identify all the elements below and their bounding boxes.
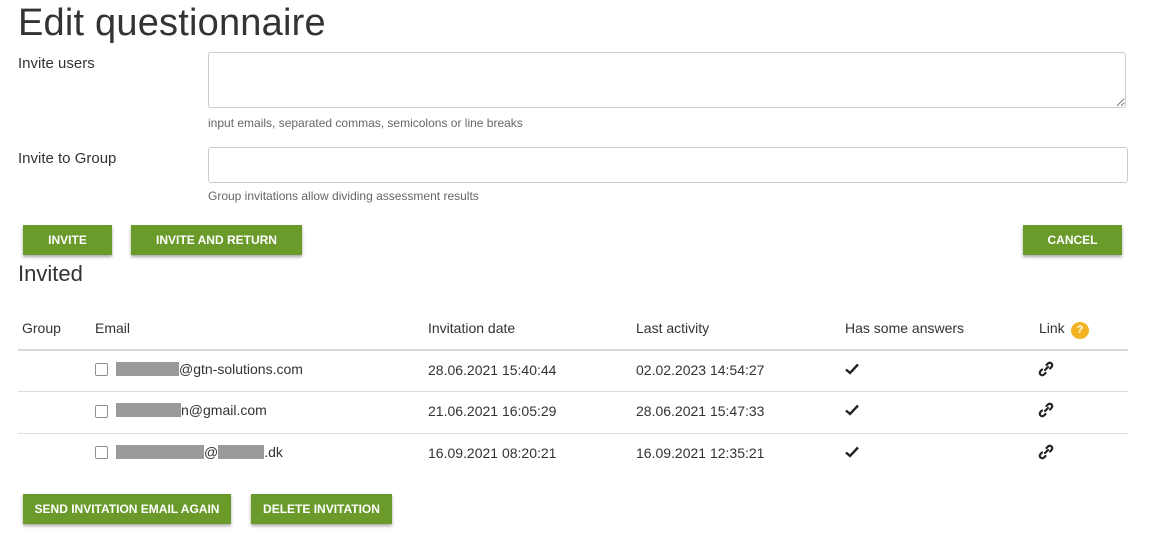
invite-group-label: Invite to Group (18, 150, 117, 167)
row-divider (18, 433, 1128, 434)
redacted-text (218, 445, 265, 459)
last-activity-cell: 28.06.2021 15:47:33 (636, 403, 765, 419)
row-checkbox[interactable] (95, 446, 108, 459)
column-header-group: Group (22, 320, 61, 336)
redacted-text (116, 362, 179, 376)
page-title: Edit questionnaire (18, 2, 326, 44)
invite-group-input[interactable] (208, 147, 1128, 183)
email-cell: @ .dk (116, 444, 283, 460)
column-header-has-answers: Has some answers (845, 320, 965, 336)
invitation-date-cell: 16.09.2021 08:20:21 (428, 445, 557, 461)
column-header-email: Email (95, 320, 131, 336)
invite-users-label: Invite users (18, 55, 95, 72)
invite-and-return-button[interactable]: INVITE AND RETURN (131, 225, 302, 255)
redacted-text (116, 445, 204, 459)
cancel-button[interactable]: CANCEL (1023, 225, 1122, 255)
invitation-date-cell: 21.06.2021 16:05:29 (428, 403, 557, 419)
last-activity-cell: 02.02.2023 14:54:27 (636, 362, 765, 378)
checkmark-icon (845, 363, 859, 375)
send-invitation-again-button[interactable]: SEND INVITATION EMAIL AGAIN (23, 494, 231, 524)
row-divider (18, 391, 1128, 392)
row-checkbox[interactable] (95, 363, 108, 376)
checkmark-icon (845, 404, 859, 416)
email-cell: n@gmail.com (116, 402, 267, 418)
link-icon[interactable] (1038, 402, 1054, 418)
invite-group-hint: Group invitations allow dividing assessm… (208, 189, 479, 203)
row-checkbox[interactable] (95, 405, 108, 418)
last-activity-cell: 16.09.2021 12:35:21 (636, 445, 765, 461)
invite-button[interactable]: INVITE (23, 225, 112, 255)
column-header-link: Link (1039, 320, 1065, 336)
column-header-invitation-date: Invitation date (428, 320, 516, 336)
invite-users-hint: input emails, separated commas, semicolo… (208, 116, 523, 130)
invited-section-title: Invited (18, 261, 83, 286)
email-cell: @gtn-solutions.com (116, 361, 303, 377)
column-header-last-activity: Last activity (636, 320, 710, 336)
delete-invitation-button[interactable]: DELETE INVITATION (251, 494, 392, 524)
link-icon[interactable] (1038, 444, 1054, 460)
redacted-text (116, 403, 181, 417)
checkmark-icon (845, 446, 859, 458)
invite-users-textarea[interactable] (208, 52, 1126, 108)
header-divider (18, 349, 1128, 351)
help-icon[interactable]: ? (1071, 322, 1089, 339)
link-icon[interactable] (1038, 361, 1054, 377)
invitation-date-cell: 28.06.2021 15:40:44 (428, 362, 557, 378)
